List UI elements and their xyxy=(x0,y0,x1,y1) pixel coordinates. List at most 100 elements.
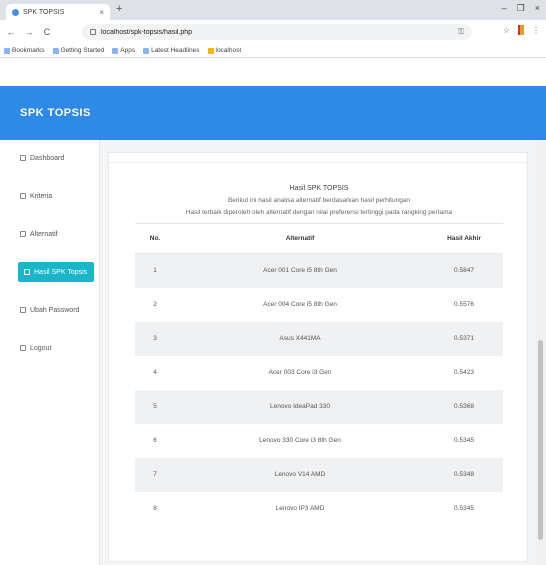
sidebar-item-label: Ubah Password xyxy=(30,306,80,314)
sidebar-item-dashboard[interactable]: Dashboard xyxy=(14,148,93,168)
cell-no: 6 xyxy=(153,437,157,444)
browser-tab-bar: SPK TOPSIS × + – ❐ × xyxy=(0,0,546,20)
browser-toolbar: ← → C localhost/spk-topsis/hasil.php ⚿ ☆… xyxy=(0,20,546,44)
app-header: SPK TOPSIS xyxy=(0,86,546,140)
cell-alternatif: Asus X441MA xyxy=(175,321,425,356)
brand-title[interactable]: SPK TOPSIS xyxy=(20,107,91,119)
table-row: 2 Acer 004 Core i5 8th Gen 0.5576 xyxy=(135,288,503,322)
favicon-icon xyxy=(12,8,19,16)
result-card: Hasil SPK TOPSIS Berikut ini hasil anali… xyxy=(108,152,529,562)
chart-icon xyxy=(24,269,30,275)
cell-no: 4 xyxy=(153,369,157,376)
sidebar-item-hasil[interactable]: Hasil SPK Topsis xyxy=(18,262,94,282)
lock-icon xyxy=(90,29,96,35)
header-alternatif[interactable]: Alternatif xyxy=(175,223,425,254)
card-header xyxy=(109,153,529,163)
cell-nilai: 0.5345 xyxy=(454,437,474,444)
table-row: 3 Asus X441MA 0.5371 xyxy=(135,321,503,356)
cell-no: 5 xyxy=(135,389,175,424)
extension-icon[interactable] xyxy=(518,25,524,35)
header-nilai[interactable]: Hasil Akhir xyxy=(425,223,503,254)
back-icon[interactable]: ← xyxy=(6,27,16,37)
sidebar-item-label: Logout xyxy=(30,344,52,352)
list-icon xyxy=(20,193,26,199)
bookmark-label: Apps xyxy=(120,47,136,54)
table-header-row: No. Alternatif Hasil Akhir xyxy=(135,223,503,254)
cell-alternatif: Acer 001 Core i5 8th Gen xyxy=(175,253,425,288)
maximize-icon[interactable]: ❐ xyxy=(517,3,525,14)
tab-title: SPK TOPSIS xyxy=(23,8,65,16)
page-scrollbar[interactable] xyxy=(536,140,546,565)
browser-tab[interactable]: SPK TOPSIS × xyxy=(6,4,110,20)
sidebar-item-password[interactable]: Ubah Password xyxy=(14,300,93,320)
forward-icon[interactable]: → xyxy=(24,27,34,37)
cell-nilai: 0.5423 xyxy=(454,369,474,376)
cell-nilai: 0.5368 xyxy=(425,389,503,424)
logout-icon xyxy=(20,345,26,351)
table-icon xyxy=(20,231,26,237)
bookmark-icon xyxy=(112,47,119,54)
close-window-icon[interactable]: × xyxy=(535,3,540,14)
window-controls: – ❐ × xyxy=(502,3,540,14)
cell-nilai: 0.5371 xyxy=(425,321,503,356)
table-row: 8 Lenovo IP3 AMD 0.5345 xyxy=(135,492,503,526)
bookmark-item[interactable]: Latest Headlines xyxy=(143,47,200,54)
cell-no: 3 xyxy=(135,321,175,356)
bookmark-item[interactable]: Getting Started xyxy=(52,47,104,54)
cell-nilai: 0.5847 xyxy=(425,253,503,288)
sidebar-item-label: Hasil SPK Topsis xyxy=(34,268,88,276)
cell-alternatif: Acer 003 Core i3 Gen xyxy=(268,369,332,376)
sidebar-item-label: Alternatif xyxy=(30,230,58,238)
cell-alternatif: Lenovo IdeaPad 330 xyxy=(175,389,425,424)
cell-no: 8 xyxy=(153,505,157,512)
bookmark-icon xyxy=(207,47,214,54)
sidebar-item-logout[interactable]: Logout xyxy=(14,338,93,358)
bookmark-item[interactable]: Apps xyxy=(112,47,135,54)
cell-alternatif: Lenovo 330 Core i3 8th Gen xyxy=(259,437,341,444)
scrollbar-thumb[interactable] xyxy=(538,340,543,540)
toolbar-right: ☆ ⋮ xyxy=(503,25,540,35)
menu-icon[interactable]: ⋮ xyxy=(532,26,540,35)
bookmark-label: localhost xyxy=(215,47,242,54)
report-subtitle-2: Hasil terbaik diperoleh oleh alternatif … xyxy=(185,209,453,216)
lock-icon xyxy=(20,307,26,313)
cell-nilai: 0.5345 xyxy=(454,505,474,512)
table-row: 5 Lenovo IdeaPad 330 0.5368 xyxy=(135,389,503,424)
report-title: Hasil SPK TOPSIS xyxy=(289,185,349,192)
sidebar-item-label: Kriteria xyxy=(30,192,53,200)
sidebar: Dashboard Kriteria Alternatif Hasil SPK … xyxy=(0,140,100,565)
report-subtitle: Berikut ini hasil analisa alternatif ber… xyxy=(227,197,411,204)
url-text[interactable]: localhost/spk-topsis/hasil.php xyxy=(101,29,458,36)
bookmark-label: Latest Headlines xyxy=(151,47,200,54)
bookmark-star-icon[interactable]: ☆ xyxy=(503,26,510,35)
cell-alternatif: Acer 004 Core i5 8th Gen xyxy=(263,301,337,308)
bookmark-icon xyxy=(4,47,10,54)
dashboard-icon xyxy=(20,155,26,161)
tab-close-icon[interactable]: × xyxy=(99,8,104,17)
bookmark-label: Bookmarks xyxy=(12,47,45,54)
cell-no: 1 xyxy=(135,253,175,288)
cell-no: 7 xyxy=(135,457,175,492)
table-row: 7 Lenovo V14 AMD 0.5348 xyxy=(135,457,503,492)
reload-icon[interactable]: C xyxy=(42,27,52,37)
result-table: No. Alternatif Hasil Akhir 1 Acer 001 Co… xyxy=(135,223,503,526)
header-no[interactable]: No. xyxy=(135,223,175,254)
bookmark-item[interactable]: Bookmarks xyxy=(4,47,45,54)
bookmarks-bar: Bookmarks Getting Started Apps Latest He… xyxy=(0,44,546,58)
table-row: 4 Acer 003 Core i3 Gen 0.5423 xyxy=(135,356,503,390)
cell-alternatif: Lenovo IP3 AMD xyxy=(275,505,325,512)
cell-alternatif: Lenovo V14 AMD xyxy=(175,457,425,492)
key-icon[interactable]: ⚿ xyxy=(458,27,464,37)
minimize-icon[interactable]: – xyxy=(502,3,507,14)
bookmark-icon xyxy=(52,47,59,54)
new-tab-button[interactable]: + xyxy=(116,3,122,15)
cell-nilai: 0.5348 xyxy=(425,457,503,492)
bookmark-item[interactable]: localhost xyxy=(207,47,242,54)
bookmark-icon xyxy=(143,47,150,54)
sidebar-item-kriteria[interactable]: Kriteria xyxy=(14,186,93,206)
table-row: 6 Lenovo 330 Core i3 8th Gen 0.5345 xyxy=(135,424,503,458)
main-content: Hasil SPK TOPSIS Berikut ini hasil anali… xyxy=(100,140,546,565)
cell-nilai: 0.5576 xyxy=(454,301,474,308)
sidebar-item-alternatif[interactable]: Alternatif xyxy=(14,224,93,244)
address-bar[interactable]: localhost/spk-topsis/hasil.php ⚿ xyxy=(82,24,472,40)
